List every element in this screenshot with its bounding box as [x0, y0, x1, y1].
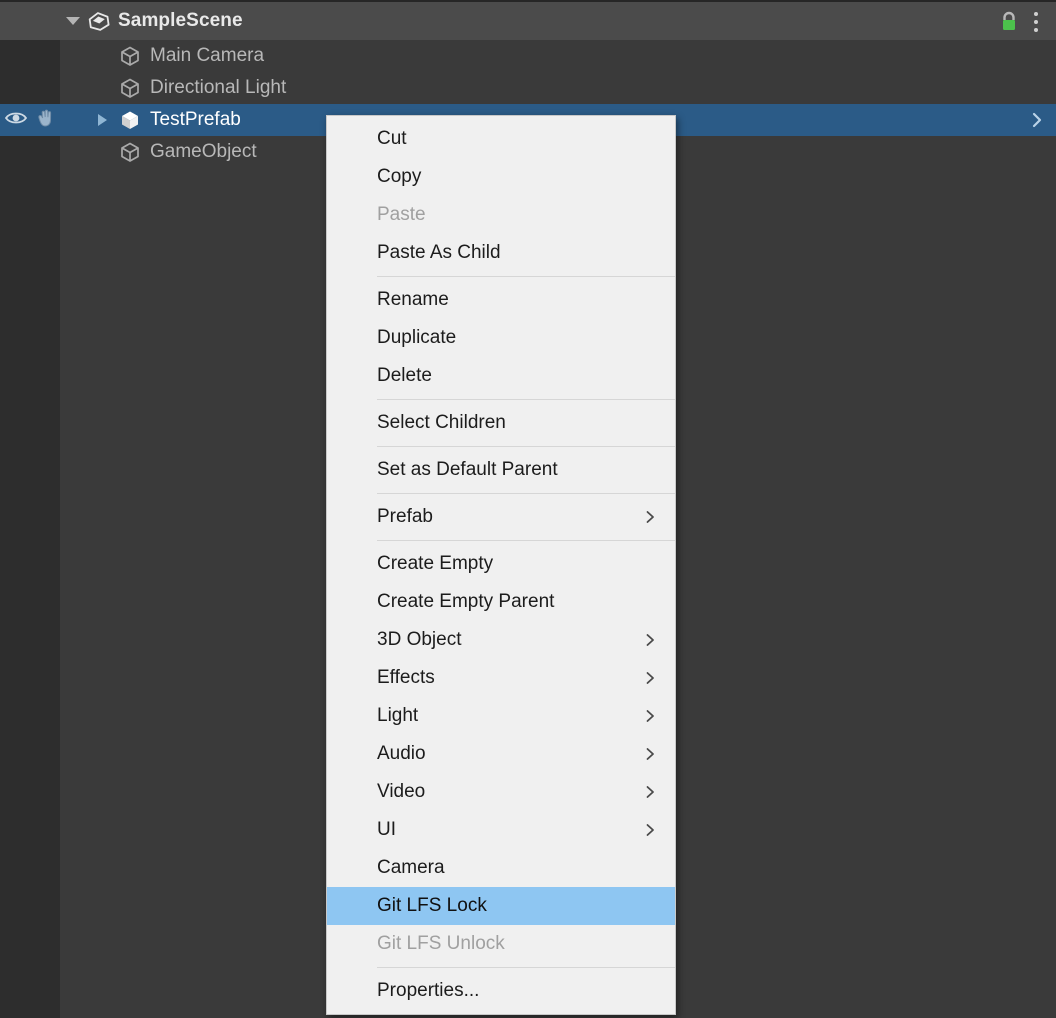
menu-item-label: Cut [377, 128, 407, 150]
menu-item-label: Paste As Child [377, 242, 501, 264]
chevron-right-icon [643, 621, 657, 659]
menu-item-label: 3D Object [377, 629, 461, 651]
menu-item-label: Git LFS Unlock [377, 933, 505, 955]
chevron-right-icon [643, 773, 657, 811]
menu-item-label: Copy [377, 166, 421, 188]
kebab-dot [1034, 28, 1038, 32]
menu-item[interactable]: Duplicate [327, 319, 675, 357]
menu-item-label: Create Empty Parent [377, 591, 554, 613]
unity-logo-icon [88, 10, 110, 32]
more-options-icon[interactable] [1028, 11, 1044, 33]
hierarchy-row-label: Main Camera [150, 45, 264, 67]
gameobject-cube-icon [118, 72, 142, 104]
menu-item-label: Effects [377, 667, 435, 689]
menu-separator [377, 967, 675, 968]
menu-item[interactable]: Select Children [327, 404, 675, 442]
hierarchy-context-menu[interactable]: Cut Copy Paste Paste As Child Rename Duplicat… [326, 115, 676, 1015]
kebab-dot [1034, 20, 1038, 24]
menu-item-label: Camera [377, 857, 445, 879]
menu-item[interactable]: Prefab [327, 498, 675, 536]
hierarchy-row-label: Directional Light [150, 77, 286, 99]
menu-item-label: Paste [377, 204, 426, 226]
menu-separator [377, 399, 675, 400]
menu-item[interactable]: Camera [327, 849, 675, 887]
hierarchy-row-label: GameObject [150, 141, 257, 163]
scene-foldout-toggle[interactable] [64, 12, 82, 30]
chevron-right-icon [643, 735, 657, 773]
menu-item-label: Delete [377, 365, 432, 387]
menu-item[interactable]: UI [327, 811, 675, 849]
menu-item-label: Audio [377, 743, 426, 765]
hierarchy-row[interactable]: Directional Light [0, 72, 1056, 104]
lock-closed-icon[interactable] [998, 10, 1020, 34]
menu-item[interactable]: Git LFS Lock [327, 887, 675, 925]
menu-item-label: Video [377, 781, 425, 803]
hand-pointer-icon[interactable] [34, 108, 58, 133]
menu-item[interactable]: Copy [327, 158, 675, 196]
menu-item[interactable]: Light [327, 697, 675, 735]
eye-icon[interactable] [4, 108, 28, 133]
menu-item[interactable]: Audio [327, 735, 675, 773]
menu-item[interactable]: 3D Object [327, 621, 675, 659]
gameobject-cube-icon [118, 136, 142, 168]
menu-item-label: Rename [377, 289, 449, 311]
menu-item-label: Select Children [377, 412, 506, 434]
gameobject-cube-icon [118, 40, 142, 72]
chevron-right-icon [643, 811, 657, 849]
row-expand-toggle[interactable] [94, 104, 110, 136]
unity-hierarchy-window: SampleScene Main Camera Directional Light… [0, 0, 1056, 1018]
visibility-gutter-column [0, 40, 60, 1018]
row-gutter [0, 136, 60, 168]
menu-item[interactable]: Cut [327, 120, 675, 158]
kebab-dot [1034, 12, 1038, 16]
prefab-cube-icon [118, 104, 142, 136]
row-gutter [0, 72, 60, 104]
menu-item-label: Git LFS Lock [377, 895, 487, 917]
menu-item[interactable]: Effects [327, 659, 675, 697]
menu-separator [377, 446, 675, 447]
row-visibility-controls [4, 104, 60, 136]
menu-item-label: UI [377, 819, 396, 841]
menu-item[interactable]: Video [327, 773, 675, 811]
menu-item-label: Create Empty [377, 553, 493, 575]
menu-separator [377, 493, 675, 494]
menu-item-label: Duplicate [377, 327, 456, 349]
chevron-right-icon [643, 697, 657, 735]
menu-separator [377, 540, 675, 541]
triangle-down-icon [66, 17, 80, 25]
menu-item-label: Set as Default Parent [377, 459, 558, 481]
scene-header-bar[interactable]: SampleScene [0, 0, 1056, 40]
page-title: SampleScene [118, 10, 243, 32]
menu-item[interactable]: Paste As Child [327, 234, 675, 272]
menu-item[interactable]: Create Empty [327, 545, 675, 583]
row-gutter [0, 40, 60, 72]
menu-item[interactable]: Create Empty Parent [327, 583, 675, 621]
menu-separator [377, 276, 675, 277]
chevron-right-icon[interactable] [1026, 104, 1048, 136]
triangle-right-icon [98, 114, 107, 126]
menu-item[interactable]: Rename [327, 281, 675, 319]
hierarchy-row[interactable]: Main Camera [0, 40, 1056, 72]
menu-item: Git LFS Unlock [327, 925, 675, 963]
menu-item-label: Light [377, 705, 418, 727]
menu-item[interactable]: Delete [327, 357, 675, 395]
hierarchy-row-label: TestPrefab [150, 109, 241, 131]
menu-item: Paste [327, 196, 675, 234]
menu-item[interactable]: Properties... [327, 972, 675, 1010]
menu-item-label: Prefab [377, 506, 433, 528]
menu-item-label: Properties... [377, 980, 479, 1002]
menu-item[interactable]: Set as Default Parent [327, 451, 675, 489]
chevron-right-icon [643, 498, 657, 536]
chevron-right-icon [643, 659, 657, 697]
